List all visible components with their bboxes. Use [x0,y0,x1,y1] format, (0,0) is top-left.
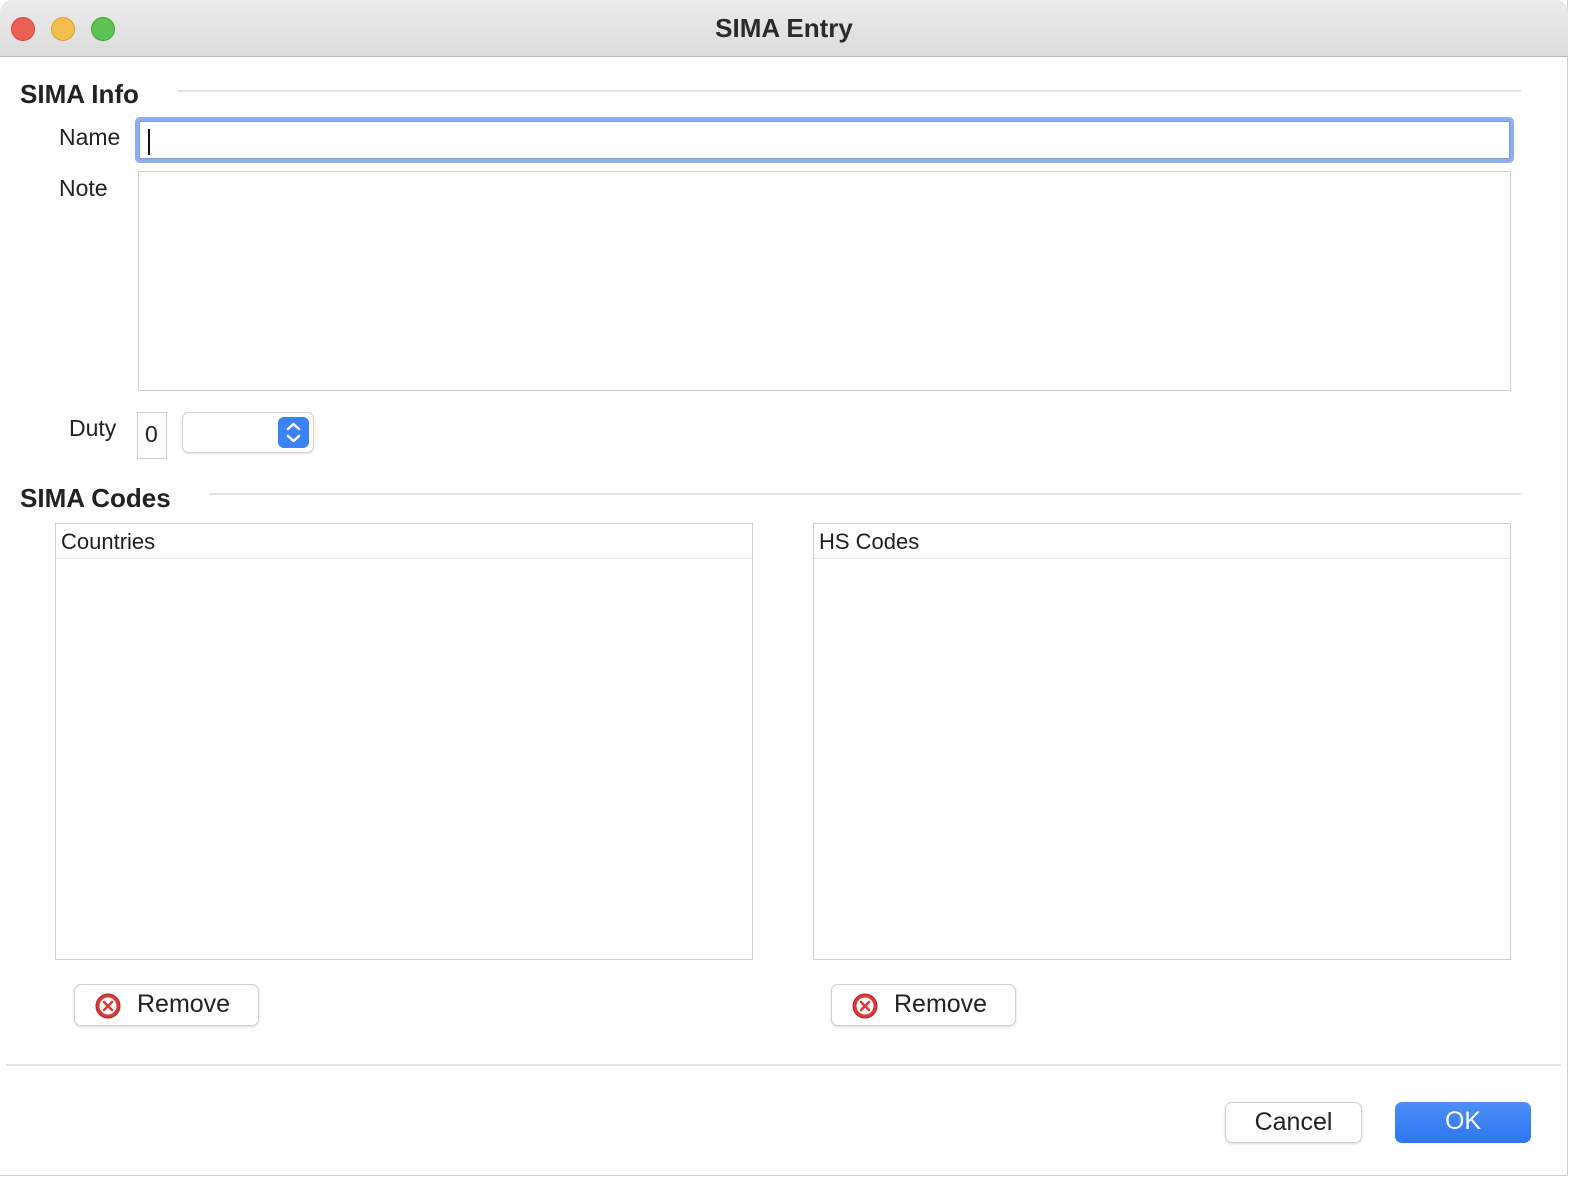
remove-country-label: Remove [137,990,231,1018]
hs-codes-column-header[interactable]: HS Codes [814,524,1510,559]
title-bar[interactable]: SIMA Entry [0,0,1568,57]
ok-button[interactable]: OK [1395,1102,1531,1143]
note-label: Note [59,175,108,201]
sima-codes-section-title: SIMA Codes [20,483,171,513]
remove-hs-code-button[interactable]: Remove [831,984,1016,1026]
chevron-up-down-icon[interactable] [278,417,309,448]
text-caret [148,129,150,155]
name-field-wrapper [135,117,1514,163]
name-field[interactable] [139,121,1510,159]
duty-unit-select[interactable] [182,412,314,453]
remove-icon [95,993,121,1019]
duty-field[interactable]: 0 [137,412,167,459]
note-field[interactable] [138,171,1511,391]
remove-country-button[interactable]: Remove [74,984,259,1026]
cancel-button[interactable]: Cancel [1225,1102,1362,1143]
footer-divider [6,1064,1561,1066]
sima-entry-window: SIMA Entry SIMA Info Name Note Duty 0 SI… [0,0,1568,1176]
section-divider [209,493,1521,495]
sima-info-section-title: SIMA Info [20,79,139,109]
remove-hs-code-label: Remove [894,990,988,1018]
countries-list[interactable]: Countries [55,523,753,960]
name-label: Name [59,124,121,150]
window-title: SIMA Entry [715,13,853,43]
countries-column-header[interactable]: Countries [56,524,752,559]
hs-codes-list[interactable]: HS Codes [813,523,1511,960]
remove-icon [852,993,878,1019]
section-divider [177,90,1521,92]
duty-label: Duty [69,415,117,441]
